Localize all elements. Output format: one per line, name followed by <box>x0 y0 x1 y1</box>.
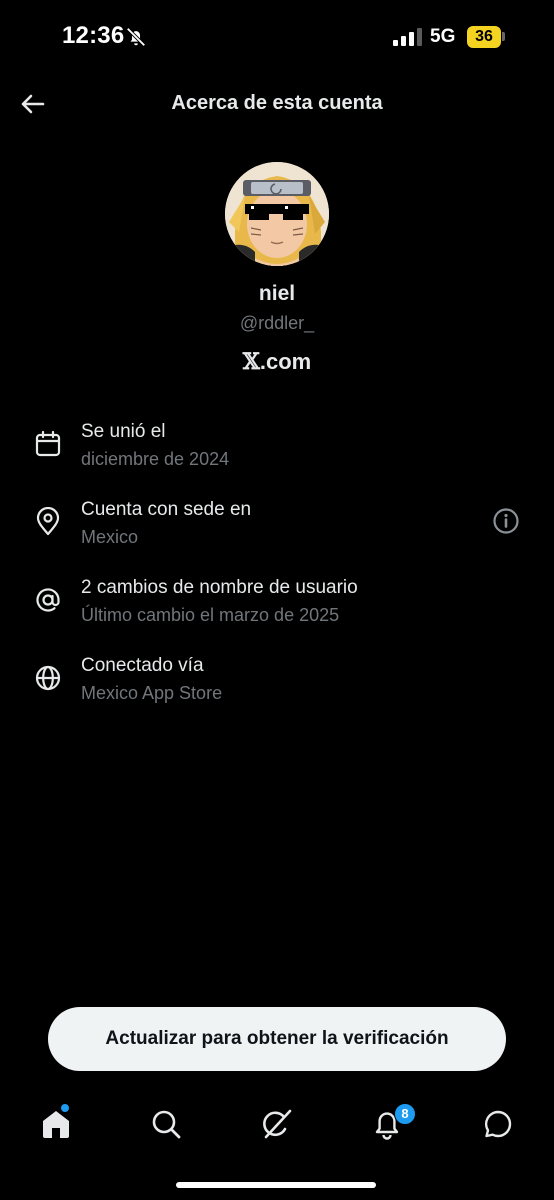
info-circle-icon[interactable] <box>492 507 520 535</box>
notification-badge: 8 <box>394 1103 416 1125</box>
grok-icon[interactable] <box>257 1104 297 1144</box>
x-logo-icon: 𝕏 <box>242 349 260 375</box>
search-icon[interactable] <box>146 1104 186 1144</box>
header: Acerca de esta cuenta <box>0 78 554 134</box>
bottom-tab-bar <box>0 1096 554 1156</box>
home-icon[interactable] <box>36 1104 76 1144</box>
battery-tip <box>502 32 505 41</box>
site-domain: .com <box>259 349 312 374</box>
page-title: Acerca de esta cuenta <box>171 92 383 114</box>
info-item-connected-via: Conectado vía Mexico App Store <box>0 655 554 719</box>
info-item-location: Cuenta con sede en Mexico <box>0 499 554 563</box>
x-com-link[interactable]: 𝕏.com <box>0 349 554 375</box>
info-subtitle: diciembre de 2024 <box>81 449 230 469</box>
home-unread-dot <box>61 1104 69 1112</box>
calendar-icon <box>35 430 61 457</box>
status-bar: 12:36 5G 36 <box>0 0 554 76</box>
home-indicator <box>176 1182 376 1188</box>
avatar[interactable] <box>225 162 329 266</box>
battery-indicator: 36 <box>467 26 501 48</box>
info-title: Cuenta con sede en <box>81 499 252 520</box>
get-verified-button[interactable]: Actualizar para obtener la verificación <box>48 1007 506 1071</box>
at-sign-icon <box>36 588 60 612</box>
info-title: Se unió el <box>81 421 166 442</box>
profile-name: niel <box>258 282 296 305</box>
avatar-image <box>225 162 329 266</box>
signal-icon <box>393 28 422 46</box>
messages-icon[interactable] <box>478 1104 518 1144</box>
status-time: 12:36 <box>62 22 125 49</box>
info-title: Conectado vía <box>81 655 204 676</box>
profile-handle: @rddler_ <box>239 313 315 333</box>
info-item-joined: Se unió el diciembre de 2024 <box>0 421 554 485</box>
info-item-username-changes: 2 cambios de nombre de usuario Último ca… <box>0 577 554 641</box>
globe-icon <box>35 665 61 691</box>
info-title: 2 cambios de nombre de usuario <box>81 577 358 598</box>
info-subtitle: Último cambio el marzo de 2025 <box>81 605 340 625</box>
network-type: 5G <box>430 26 456 47</box>
location-pin-icon <box>36 507 60 536</box>
info-subtitle: Mexico <box>81 527 139 547</box>
bell-off-icon <box>126 27 146 47</box>
info-subtitle: Mexico App Store <box>81 683 223 703</box>
